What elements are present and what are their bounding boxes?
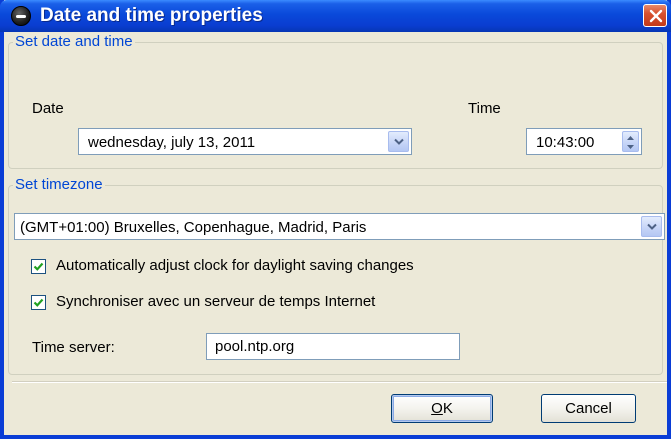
app-icon <box>11 6 31 26</box>
date-picker[interactable]: wednesday, july 13, 2011 <box>78 128 412 155</box>
time-server-input-box[interactable] <box>206 333 460 360</box>
timezone-group-label: Set timezone <box>13 176 105 193</box>
chevron-down-icon <box>394 138 404 145</box>
dst-checkbox-label[interactable]: Automatically adjust clock for daylight … <box>56 257 414 274</box>
sync-checkbox[interactable] <box>31 295 46 310</box>
chevron-down-icon <box>647 223 657 230</box>
time-spinner[interactable]: 10:43:00 <box>526 128 642 155</box>
close-icon <box>649 9 663 23</box>
spin-up-icon[interactable] <box>626 135 635 141</box>
spin-down-icon[interactable] <box>626 144 635 150</box>
window-title: Date and time properties <box>40 5 263 26</box>
time-value: 10:43:00 <box>536 134 595 151</box>
time-spin-buttons[interactable] <box>622 131 639 152</box>
sync-checkbox-label[interactable]: Synchroniser avec un serveur de temps In… <box>56 293 375 310</box>
time-label: Time <box>468 100 501 117</box>
timezone-value: (GMT+01:00) Bruxelles, Copenhague, Madri… <box>20 219 367 236</box>
separator <box>12 381 667 383</box>
cancel-button-label: Cancel <box>565 400 612 417</box>
cancel-button[interactable]: Cancel <box>541 394 636 423</box>
title-bar[interactable]: Date and time properties <box>0 0 671 32</box>
date-time-group-label: Set date and time <box>13 33 135 50</box>
date-label: Date <box>32 100 64 117</box>
checkmark-icon <box>33 262 44 271</box>
ok-button-label: OK <box>431 400 453 417</box>
ok-button[interactable]: OK <box>391 394 493 423</box>
dst-checkbox[interactable] <box>31 259 46 274</box>
time-server-input[interactable] <box>207 334 459 359</box>
close-button[interactable] <box>643 4 667 27</box>
date-dropdown-button[interactable] <box>388 131 409 152</box>
timezone-select[interactable]: (GMT+01:00) Bruxelles, Copenhague, Madri… <box>14 213 665 240</box>
date-time-dialog: Date and time properties Set date and ti… <box>0 0 671 439</box>
time-server-label: Time server: <box>32 339 115 356</box>
timezone-dropdown-button[interactable] <box>641 216 662 237</box>
date-value: wednesday, july 13, 2011 <box>88 134 256 151</box>
checkmark-icon <box>33 298 44 307</box>
